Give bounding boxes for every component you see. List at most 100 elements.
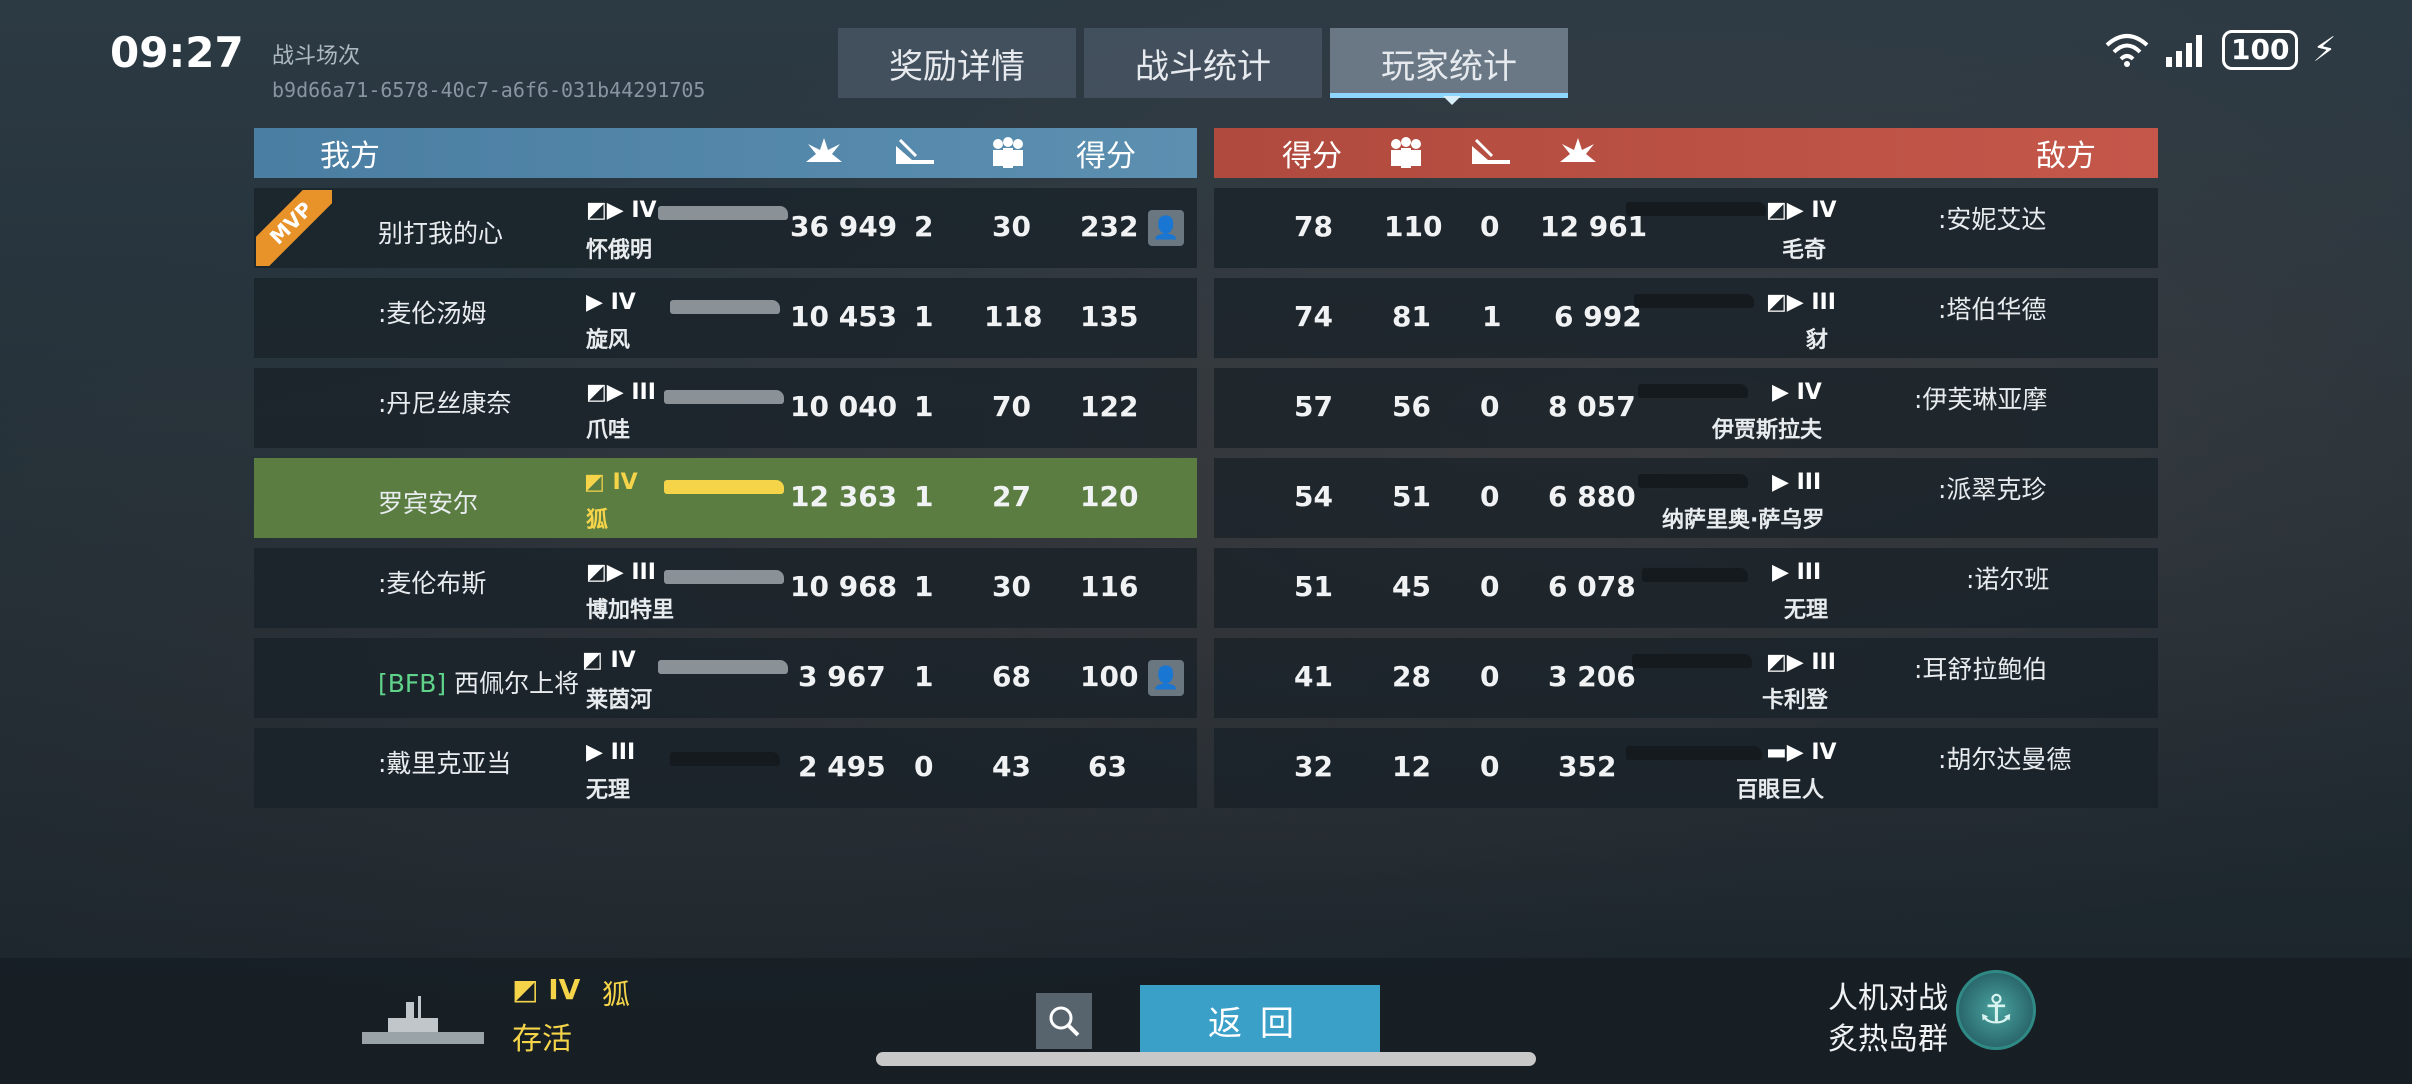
player-name: :耳舒拉鲍伯 bbox=[1914, 655, 2048, 684]
table-row[interactable]: :麦伦汤姆 ▶ IV 旋风 10 453 1 118 135 bbox=[254, 278, 1197, 358]
table-row-self[interactable]: 罗宾安尔 ◩ IV 狐 12 363 1 27 120 bbox=[254, 458, 1197, 538]
ship-name: 旋风 bbox=[586, 328, 631, 353]
ship-tier: ◩▶ IV bbox=[1766, 198, 1837, 223]
tab-player-stats[interactable]: 玩家统计 bbox=[1330, 28, 1568, 98]
enemy-header: 得分 敌方 bbox=[1214, 128, 2158, 178]
table-row[interactable]: 41 28 0 3 206 ◩▶ III 卡利登 :耳舒拉鲍伯 bbox=[1214, 638, 2158, 718]
player-name: :诺尔班 bbox=[1966, 565, 2050, 594]
ship-tier: ▶ III bbox=[1772, 470, 1822, 495]
tab-battle-stats[interactable]: 战斗统计 bbox=[1084, 28, 1322, 98]
table-row[interactable]: 32 12 0 352 ▬▶ IV 百眼巨人 :胡尔达曼德 bbox=[1214, 728, 2158, 808]
ship-name: 无理 bbox=[586, 778, 631, 803]
score-value: 41 bbox=[1294, 660, 1333, 693]
assist-value: 30 bbox=[992, 570, 1031, 603]
table-row[interactable]: :丹尼丝康奈 ◩▶ III 爪哇 10 040 1 70 122 bbox=[254, 368, 1197, 448]
add-friend-icon[interactable]: 👤 bbox=[1148, 660, 1184, 696]
assist-value: 70 bbox=[992, 390, 1031, 423]
add-friend-icon[interactable]: 👤 bbox=[1148, 210, 1184, 246]
player-name: :伊芙琳亚摩 bbox=[1914, 385, 2048, 414]
tab-rewards[interactable]: 奖励详情 bbox=[838, 28, 1076, 98]
ship-tier: ▶ IV bbox=[1772, 380, 1822, 405]
ship-silhouette bbox=[670, 752, 780, 766]
ship-silhouette bbox=[664, 480, 784, 494]
table-row[interactable]: 78 110 0 12 961 ◩▶ IV 毛奇 :安妮艾达 bbox=[1214, 188, 2158, 268]
table-row[interactable]: 57 56 0 8 057 ▶ IV 伊贾斯拉夫 :伊芙琳亚摩 bbox=[1214, 368, 2158, 448]
assist-value: 51 bbox=[1392, 480, 1431, 513]
damage-value: 10 453 bbox=[790, 300, 898, 333]
player-name: :麦伦汤姆 bbox=[378, 299, 487, 328]
ally-header: 我方 得分 bbox=[254, 128, 1197, 178]
ship-tier: ▶ III bbox=[1772, 560, 1822, 585]
table-row[interactable]: 74 81 1 6 992 ◩▶ III 豺 :塔伯华德 bbox=[1214, 278, 2158, 358]
ship-silhouette bbox=[658, 660, 788, 674]
kills-value: 0 bbox=[1480, 660, 1500, 693]
kills-icon bbox=[1468, 128, 1514, 178]
anchor-icon: ⚓ bbox=[1956, 970, 2036, 1050]
kills-value: 0 bbox=[1480, 210, 1500, 243]
table-row[interactable]: [BFB] 西佩尔上将 ◩ IV 莱茵河 3 967 1 68 100 👤 bbox=[254, 638, 1197, 718]
ship-silhouette bbox=[1632, 654, 1752, 668]
score-value: 51 bbox=[1294, 570, 1333, 603]
clock: 09:27 bbox=[110, 28, 244, 77]
player-name: :安妮艾达 bbox=[1938, 205, 2047, 234]
player-name: [BFB] 西佩尔上将 bbox=[378, 669, 580, 698]
enemy-title: 敌方 bbox=[2036, 139, 2096, 174]
score-value: 78 bbox=[1294, 210, 1333, 243]
damage-value: 10 968 bbox=[790, 570, 898, 603]
ship-silhouette bbox=[1638, 474, 1748, 488]
wifi-icon bbox=[2105, 34, 2149, 67]
battle-label: 战斗场次 bbox=[272, 44, 361, 69]
table-row[interactable]: :戴里克亚当 ▶ III 无理 2 495 0 43 63 bbox=[254, 728, 1197, 808]
ship-silhouette bbox=[1626, 746, 1762, 760]
home-indicator[interactable] bbox=[876, 1052, 1536, 1066]
ship-silhouette bbox=[664, 570, 784, 584]
kills-value: 1 bbox=[914, 300, 934, 333]
table-row[interactable]: :麦伦布斯 ◩▶ III 博加特里 10 968 1 30 116 bbox=[254, 548, 1197, 628]
ship-name: 博加特里 bbox=[586, 598, 675, 623]
score-value: 57 bbox=[1294, 390, 1333, 423]
damage-value: 6 078 bbox=[1548, 570, 1636, 603]
score-value: 32 bbox=[1294, 750, 1333, 783]
ship-tier: ◩▶ III bbox=[1766, 650, 1836, 675]
assist-value: 43 bbox=[992, 750, 1031, 783]
damage-icon bbox=[1558, 128, 1598, 178]
ship-tier: ▶ III bbox=[586, 740, 636, 765]
ship-name: 爪哇 bbox=[586, 418, 631, 443]
damage-icon bbox=[804, 128, 844, 178]
assist-value: 45 bbox=[1392, 570, 1431, 603]
ship-name: 豺 bbox=[1806, 328, 1829, 353]
assist-icon bbox=[1386, 128, 1426, 178]
assist-value: 118 bbox=[984, 300, 1043, 333]
score-value: 135 bbox=[1080, 300, 1139, 333]
ship-name: 毛奇 bbox=[1782, 238, 1827, 263]
kills-value: 0 bbox=[1480, 750, 1500, 783]
kills-icon bbox=[892, 128, 938, 178]
ship-silhouette bbox=[1642, 568, 1748, 582]
ship-name: 怀俄明 bbox=[586, 238, 653, 263]
battery-indicator: 100 bbox=[2222, 30, 2299, 70]
mvp-badge: MVP bbox=[256, 190, 332, 266]
score-value: 63 bbox=[1088, 750, 1127, 783]
ship-tier: ◩ IV bbox=[584, 470, 638, 495]
assist-value: 27 bbox=[992, 480, 1031, 513]
score-value: 54 bbox=[1294, 480, 1333, 513]
return-button[interactable]: 返回 bbox=[1140, 985, 1380, 1055]
ship-name: 伊贾斯拉夫 bbox=[1712, 418, 1823, 443]
table-row[interactable]: 51 45 0 6 078 ▶ III 无理 :诺尔班 bbox=[1214, 548, 2158, 628]
ship-tier: ◩▶ III bbox=[586, 560, 656, 585]
signal-icon bbox=[2166, 35, 2202, 67]
damage-value: 3 967 bbox=[798, 660, 886, 693]
search-button[interactable] bbox=[1036, 993, 1092, 1049]
kills-value: 1 bbox=[914, 390, 934, 423]
table-row[interactable]: 别打我的心 ◩▶ IV 怀俄明 36 949 2 30 232 👤 bbox=[254, 188, 1197, 268]
my-ship-icon bbox=[362, 996, 484, 1044]
table-row[interactable]: 54 51 0 6 880 ▶ III 纳萨里奥·萨乌罗 :派翠克珍 bbox=[1214, 458, 2158, 538]
kills-value: 0 bbox=[914, 750, 934, 783]
status-icons: 100 ⚡ bbox=[2104, 30, 2336, 70]
kills-value: 1 bbox=[914, 480, 934, 513]
player-name: :戴里克亚当 bbox=[378, 749, 512, 778]
ship-silhouette bbox=[1626, 202, 1766, 216]
assist-value: 68 bbox=[992, 660, 1031, 693]
damage-value: 10 040 bbox=[790, 390, 898, 423]
player-name: 罗宾安尔 bbox=[378, 489, 479, 518]
